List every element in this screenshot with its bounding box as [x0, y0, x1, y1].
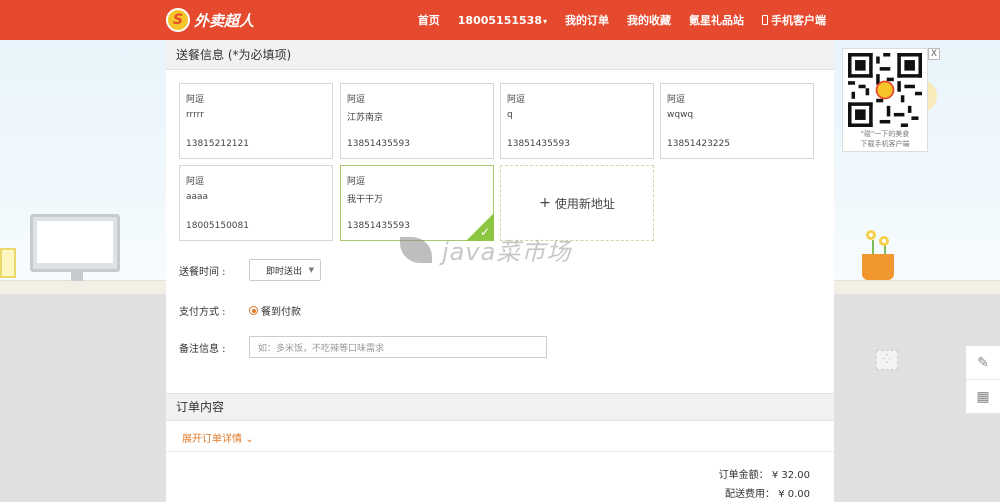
address-text: rrrrr: [186, 110, 204, 120]
qr-code-icon: [848, 53, 922, 127]
app-qr-widget: "碰"一下的美食 下载手机客户端: [842, 48, 928, 152]
address-phone: 18005150081: [186, 221, 249, 231]
flower-icon: [879, 236, 889, 246]
flower-icon: [866, 230, 876, 240]
edit-icon[interactable]: ✎: [966, 346, 1000, 380]
nav-mobile-app-label: 手机客户端: [771, 14, 826, 27]
address-name: 阿逗: [507, 95, 526, 105]
payment-method-label: 支付方式 :: [179, 307, 226, 318]
address-name: 阿逗: [186, 177, 205, 187]
address-phone: 13851423225: [667, 139, 730, 149]
chevron-down-icon: ⌄: [245, 434, 254, 445]
chevron-down-icon: ▾: [542, 16, 547, 26]
add-new-address-label: 使用新地址: [554, 196, 615, 211]
delivery-time-select[interactable]: 即时送出 ▼: [249, 259, 321, 281]
address-name: 阿逗: [186, 95, 205, 105]
phone-icon: [762, 15, 768, 25]
leaf-logo-icon: [400, 236, 432, 263]
address-name: 阿逗: [347, 95, 366, 105]
radio-selected-dot: [251, 308, 256, 313]
order-total-value: ¥ 32.00: [771, 470, 810, 481]
delivery-time-row: 送餐时间 : 即时送出 ▼: [179, 259, 321, 281]
address-text: 江苏南京: [347, 113, 384, 123]
address-name: 阿逗: [347, 177, 366, 187]
payment-method-row: 支付方式 : 餐到付款: [179, 303, 301, 318]
nav-account[interactable]: 18005151538▾: [458, 14, 547, 27]
address-phone: 13851435593: [347, 221, 410, 231]
address-phone: 13851435593: [507, 139, 570, 149]
remarks-row: 备注信息 : 如：多米饭，不吃辣等口味需求: [179, 336, 547, 358]
main-nav: 首页 18005151538▾ 我的订单 我的收藏 氪星礼品站 手机客户端: [400, 0, 826, 40]
address-phone: 13851435593: [347, 139, 410, 149]
qr-close-button[interactable]: X: [928, 48, 940, 60]
nav-my-favorites[interactable]: 我的收藏: [627, 12, 671, 28]
address-text: 我干干万: [347, 195, 384, 205]
address-phone: 13815212121: [186, 139, 249, 149]
delivery-time-label: 送餐时间 :: [179, 266, 226, 278]
watermark-text: java菜市场: [442, 238, 572, 266]
monitor-stand: [71, 271, 83, 281]
nav-home[interactable]: 首页: [418, 12, 440, 28]
top-navigation-bar: S 外卖超人 首页 18005151538▾ 我的订单 我的收藏 氪星礼品站 手…: [0, 0, 1000, 40]
address-text: aaaa: [186, 192, 209, 202]
delivery-time-value: 即时送出: [266, 266, 303, 277]
qr-caption-line1: "碰"一下的美食: [860, 130, 910, 138]
delivery-fee-value: ¥ 0.00: [778, 489, 810, 500]
address-card[interactable]: 阿逗 aaaa 18005150081: [179, 165, 333, 241]
address-card[interactable]: 阿逗 江苏南京 13851435593: [340, 83, 494, 159]
nav-account-label: 18005151538: [457, 13, 542, 27]
order-total-row: 订单金额： ¥ 32.00: [719, 466, 810, 481]
flower-pot-illustration: [862, 254, 894, 280]
delivery-fee-row: 配送费用： ¥ 0.00: [725, 485, 810, 500]
address-text: q: [507, 110, 513, 120]
scroll-top-button[interactable]: ⁛: [876, 350, 898, 370]
logo[interactable]: S 外卖超人: [166, 8, 254, 32]
expand-order-details-link[interactable]: 展开订单详情 ⌄: [182, 430, 254, 445]
divider: [166, 451, 834, 452]
payment-radio[interactable]: [249, 306, 258, 315]
address-card[interactable]: 阿逗 wqwq 13851423225: [660, 83, 814, 159]
order-total-label: 订单金额：: [718, 470, 769, 481]
address-card-selected[interactable]: 阿逗 我干干万 13851435593 ✓: [340, 165, 494, 241]
brand-name: 外卖超人: [194, 11, 255, 30]
monitor-illustration: [30, 214, 120, 281]
logo-badge-icon: S: [166, 8, 190, 32]
nav-my-orders[interactable]: 我的订单: [565, 12, 609, 28]
address-card[interactable]: 阿逗 rrrrr 13815212121: [179, 83, 333, 159]
address-text: wqwq: [667, 110, 694, 120]
delivery-section-title: 送餐信息 (*为必填项): [166, 40, 834, 70]
order-section-title: 订单内容: [166, 393, 834, 421]
expand-order-details-label: 展开订单详情: [182, 434, 242, 445]
remarks-label: 备注信息 :: [179, 343, 226, 355]
nav-gift-station[interactable]: 氪星礼品站: [689, 12, 744, 28]
plus-icon: +: [539, 195, 551, 211]
address-card[interactable]: 阿逗 q 13851435593: [500, 83, 654, 159]
dropdown-arrow-icon: ▼: [308, 266, 314, 274]
add-new-address-button[interactable]: + 使用新地址: [500, 165, 654, 241]
remarks-input[interactable]: 如：多米饭，不吃辣等口味需求: [249, 336, 547, 358]
delivery-fee-label: 配送费用：: [725, 489, 775, 500]
sticky-note-illustration: [0, 248, 16, 278]
side-toolbar: ✎ ▦: [966, 346, 1000, 414]
address-name: 阿逗: [667, 95, 686, 105]
qr-caption-line2: 下载手机客户端: [860, 140, 910, 148]
payment-method-option[interactable]: 餐到付款: [261, 303, 301, 318]
monitor-screen: [37, 221, 113, 263]
watermark: java菜市场: [400, 232, 571, 267]
checkout-panel: 送餐信息 (*为必填项) 阿逗 rrrrr 13815212121 阿逗 江苏南…: [166, 40, 834, 502]
qrcode-icon[interactable]: ▦: [966, 380, 1000, 414]
nav-mobile-app[interactable]: 手机客户端: [762, 12, 826, 28]
